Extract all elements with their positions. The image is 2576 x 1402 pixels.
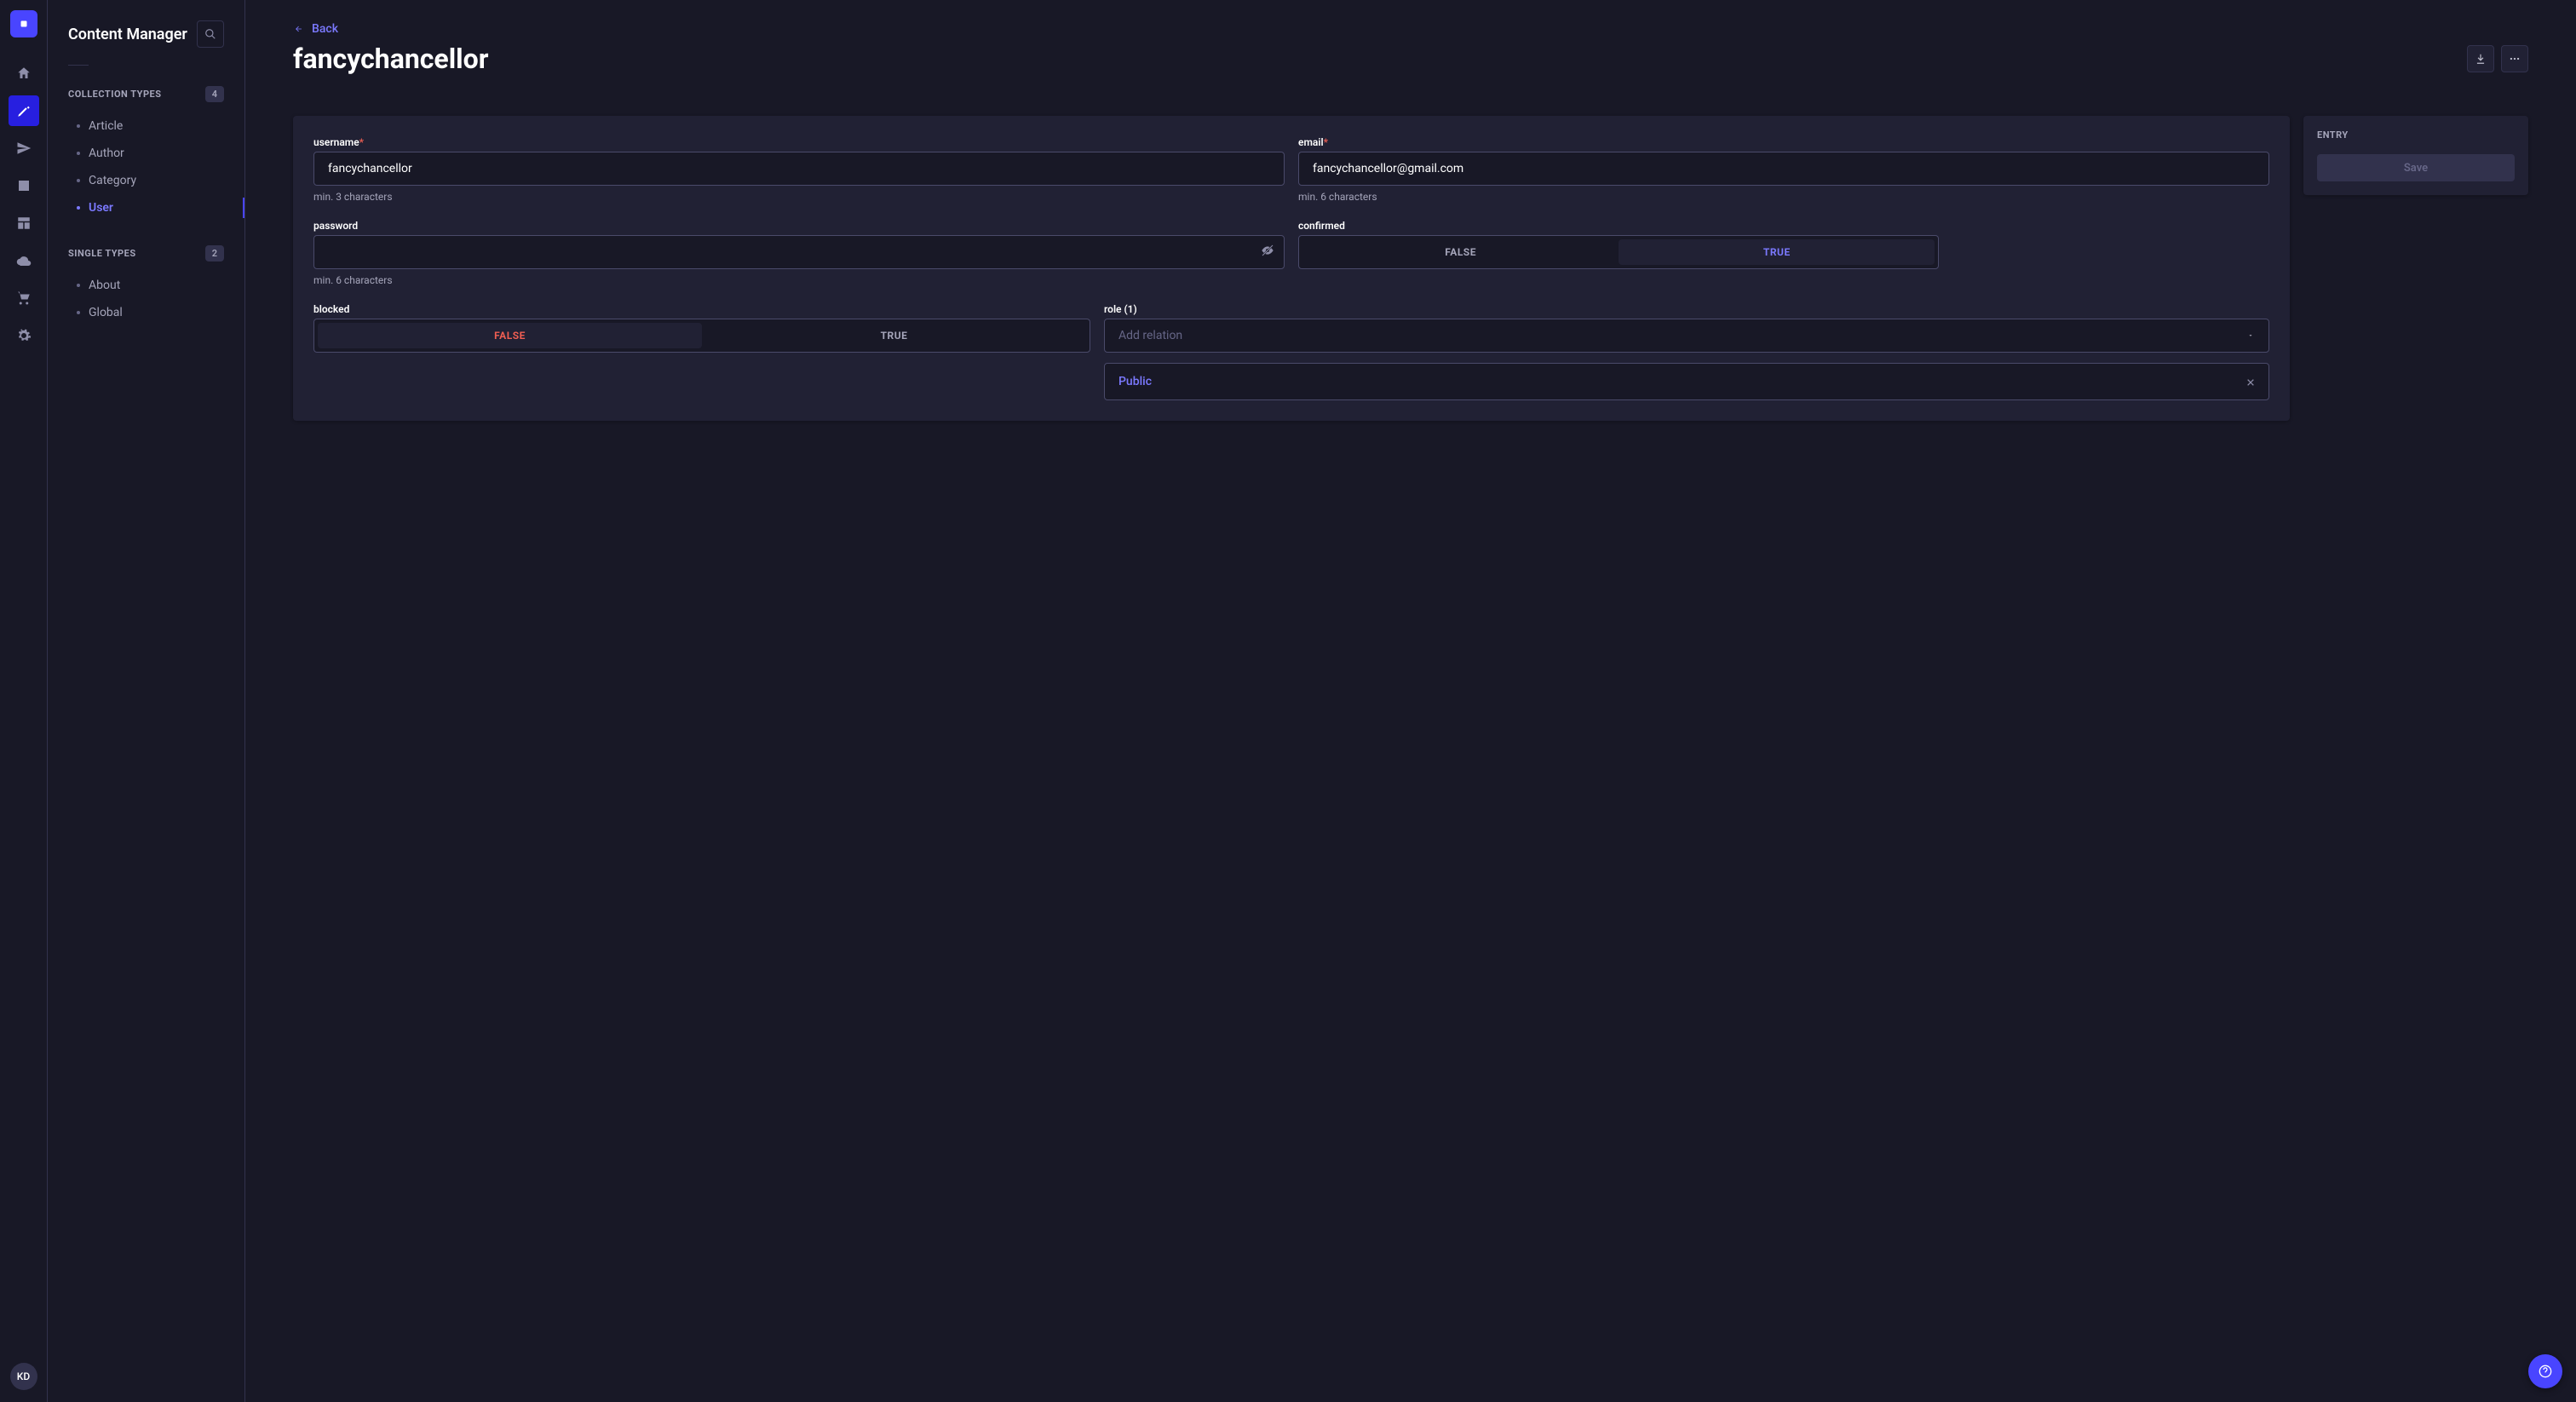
search-button[interactable] bbox=[197, 20, 224, 48]
entry-label: ENTRY bbox=[2317, 129, 2515, 141]
rail-builder[interactable] bbox=[9, 208, 39, 238]
email-label: email* bbox=[1298, 136, 2269, 148]
sidebar-item-label: Category bbox=[89, 174, 136, 187]
save-button[interactable]: Save bbox=[2317, 154, 2515, 181]
role-label: role (1) bbox=[1104, 303, 2269, 315]
rail-cloud[interactable] bbox=[9, 245, 39, 276]
confirmed-toggle: FALSE TRUE bbox=[1298, 235, 1939, 269]
sidebar-item-category[interactable]: Category bbox=[68, 167, 224, 194]
password-input[interactable] bbox=[313, 235, 1285, 269]
blocked-label: blocked bbox=[313, 303, 1090, 315]
arrow-left-icon bbox=[293, 25, 305, 33]
icon-rail: KD bbox=[0, 0, 48, 1402]
user-avatar[interactable]: KD bbox=[10, 1363, 37, 1390]
password-field: password min. 6 characters bbox=[313, 220, 1285, 286]
username-input[interactable] bbox=[313, 152, 1285, 186]
rail-content[interactable] bbox=[9, 95, 39, 126]
image-icon bbox=[16, 178, 32, 193]
single-types-count: 2 bbox=[205, 245, 224, 261]
email-field: email* min. 6 characters bbox=[1298, 136, 2269, 203]
blocked-field: blocked FALSE TRUE bbox=[313, 303, 1090, 400]
rail-send[interactable] bbox=[9, 133, 39, 164]
rail-marketplace[interactable] bbox=[9, 283, 39, 313]
role-relation-name[interactable]: Public bbox=[1118, 375, 1152, 388]
sidebar-item-author[interactable]: Author bbox=[68, 140, 224, 167]
more-icon bbox=[2509, 53, 2521, 65]
sidebar: Content Manager COLLECTION TYPES 4 Artic… bbox=[48, 0, 245, 1402]
sidebar-item-label: Article bbox=[89, 119, 123, 133]
more-button[interactable] bbox=[2501, 45, 2528, 72]
blocked-true-button[interactable]: TRUE bbox=[702, 323, 1086, 348]
confirmed-false-button[interactable]: FALSE bbox=[1302, 239, 1619, 265]
blocked-false-button[interactable]: FALSE bbox=[318, 323, 702, 348]
role-field: role (1) Add relation Public bbox=[1104, 303, 2269, 400]
blocked-toggle: FALSE TRUE bbox=[313, 319, 1090, 353]
back-link[interactable]: Back bbox=[293, 22, 338, 36]
confirmed-label: confirmed bbox=[1298, 220, 1939, 232]
page-title: fancychancellor bbox=[293, 43, 488, 75]
rail-home[interactable] bbox=[9, 58, 39, 89]
eye-off-icon bbox=[1261, 244, 1274, 257]
app-logo[interactable] bbox=[10, 10, 37, 37]
toggle-password-visibility[interactable] bbox=[1261, 244, 1274, 261]
role-relation-chip: Public bbox=[1104, 363, 2269, 400]
username-label: username* bbox=[313, 136, 1285, 148]
paper-plane-icon bbox=[16, 141, 32, 156]
collection-types-count: 4 bbox=[205, 86, 224, 102]
search-icon bbox=[204, 28, 216, 40]
collection-types-label: COLLECTION TYPES bbox=[68, 89, 162, 100]
sidebar-item-label: Global bbox=[89, 306, 123, 319]
download-button[interactable] bbox=[2467, 45, 2494, 72]
cart-icon bbox=[16, 290, 32, 306]
confirmed-field: confirmed FALSE TRUE bbox=[1298, 220, 1939, 286]
entry-card: ENTRY Save bbox=[2303, 116, 2528, 195]
username-field: username* min. 3 characters bbox=[313, 136, 1285, 203]
sidebar-item-global[interactable]: Global bbox=[68, 299, 224, 326]
sidebar-divider bbox=[68, 65, 89, 66]
close-icon bbox=[2246, 378, 2255, 387]
role-select[interactable]: Add relation bbox=[1104, 319, 2269, 353]
chevron-down-icon bbox=[2246, 333, 2255, 338]
role-placeholder: Add relation bbox=[1118, 329, 1182, 342]
sidebar-item-article[interactable]: Article bbox=[68, 112, 224, 140]
rail-settings[interactable] bbox=[9, 320, 39, 351]
header-actions bbox=[2467, 45, 2528, 72]
form-card: username* min. 3 characters email* min. … bbox=[293, 116, 2290, 421]
gear-icon bbox=[16, 328, 32, 343]
single-types-list: About Global bbox=[68, 272, 224, 326]
download-icon bbox=[2475, 53, 2487, 65]
role-relation-remove[interactable] bbox=[2246, 374, 2255, 390]
password-hint: min. 6 characters bbox=[313, 274, 1285, 286]
username-hint: min. 3 characters bbox=[313, 191, 1285, 203]
password-label: password bbox=[313, 220, 1285, 232]
rail-nav bbox=[0, 58, 47, 351]
sidebar-item-about[interactable]: About bbox=[68, 272, 224, 299]
sidebar-title: Content Manager bbox=[68, 26, 187, 43]
cloud-icon bbox=[16, 253, 32, 268]
main-content: Back fancychancellor username* min. 3 ch… bbox=[245, 0, 2576, 1402]
collection-types-list: Article Author Category User bbox=[68, 112, 224, 221]
sidebar-item-user[interactable]: User bbox=[68, 194, 224, 221]
help-fab[interactable] bbox=[2528, 1354, 2562, 1388]
sidebar-item-label: About bbox=[89, 279, 120, 292]
pen-icon bbox=[16, 103, 32, 118]
single-types-label: SINGLE TYPES bbox=[68, 248, 136, 259]
logo-icon bbox=[18, 18, 30, 30]
layout-icon bbox=[16, 215, 32, 231]
email-hint: min. 6 characters bbox=[1298, 191, 2269, 203]
back-label: Back bbox=[312, 22, 338, 36]
sidebar-item-label: Author bbox=[89, 147, 124, 160]
home-icon bbox=[16, 66, 32, 81]
rail-media[interactable] bbox=[9, 170, 39, 201]
help-icon bbox=[2539, 1365, 2552, 1378]
sidebar-item-label: User bbox=[89, 201, 113, 215]
email-input[interactable] bbox=[1298, 152, 2269, 186]
confirmed-true-button[interactable]: TRUE bbox=[1619, 239, 1935, 265]
